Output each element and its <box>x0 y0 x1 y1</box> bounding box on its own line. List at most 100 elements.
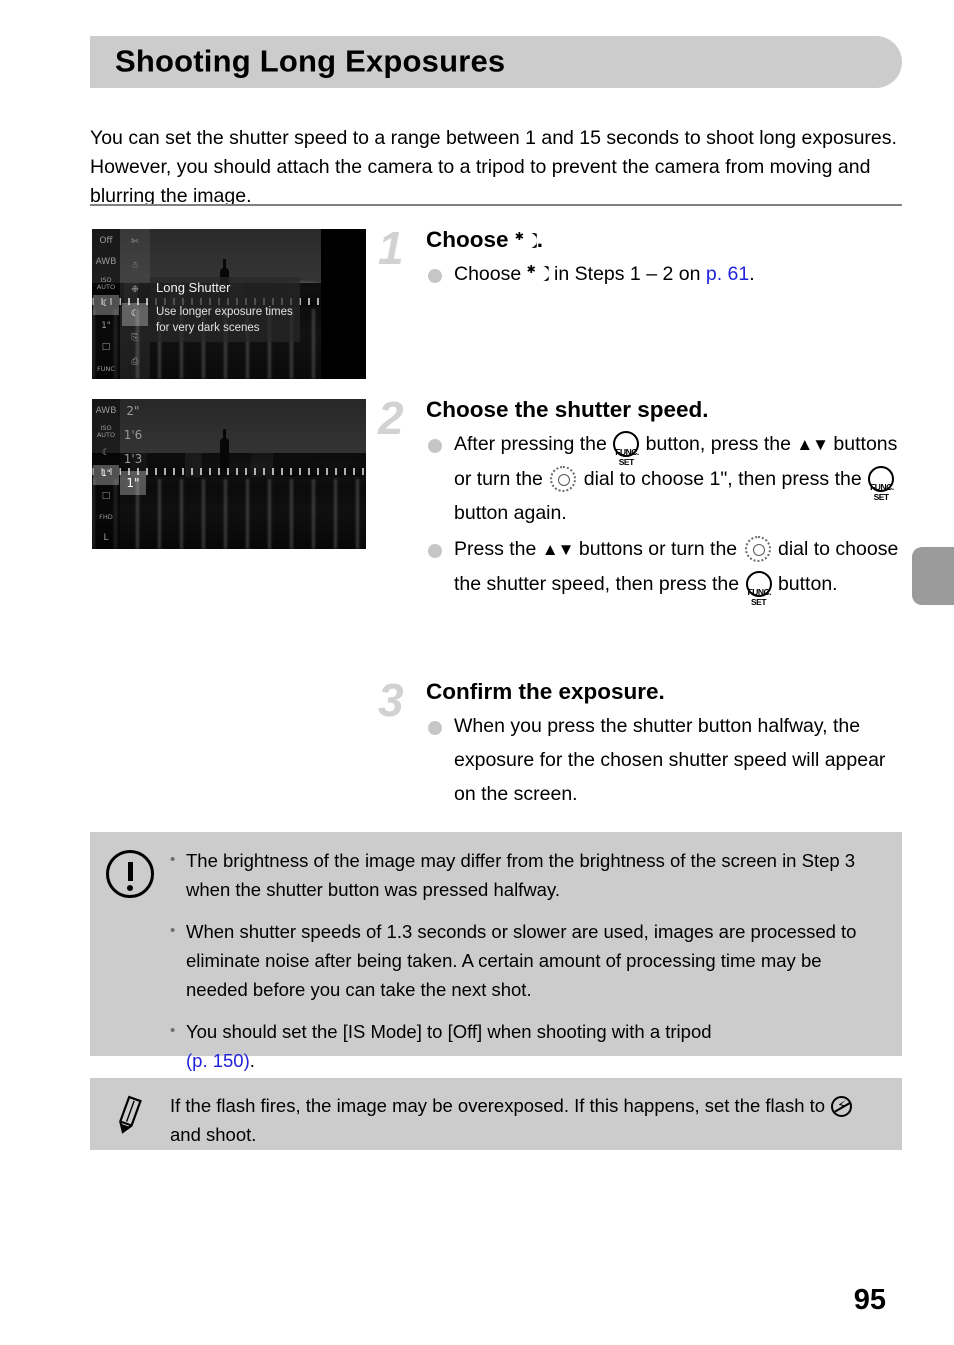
osd-mid-column: ✄ ☃ ❉ ☾ ⎘ ⎙ <box>120 229 150 379</box>
exclamation-circle-shape <box>106 850 154 898</box>
osd-icon-stitch-assist-2: ⎙ <box>131 357 139 367</box>
step-2-bullet-1: After pressing the FUNC. SET button, pres… <box>426 427 902 530</box>
step-3-b1-text: When you press the shutter button halfwa… <box>454 715 886 805</box>
warning-list: The brightness of the image may differ f… <box>90 832 902 1075</box>
warning-item-text: You should set the [IS Mode] to [Off] wh… <box>186 1021 712 1042</box>
osd-icon-shutter-1s-selected: 1" <box>93 464 119 486</box>
step-2-b1-p7: button again. <box>454 502 567 524</box>
chapter-edge-tab <box>912 547 954 605</box>
shutter-value-option[interactable]: 1'3 <box>120 447 146 471</box>
osd-icon-iso-auto: ISO AUTO <box>96 275 116 291</box>
step-2-b2-p4: button. <box>772 573 838 595</box>
step-1-b1-pre: Choose <box>454 263 527 285</box>
warning-item: You should set the [IS Mode] to [Off] wh… <box>170 1016 874 1075</box>
osd-icon-drive-single: □ <box>101 342 111 353</box>
step-2-b2-p1: Press the <box>454 538 542 560</box>
step-1-number: 1 <box>378 222 404 274</box>
exclamation-circle-icon <box>106 850 158 902</box>
osd-icon-flash-off: Off <box>99 235 113 246</box>
step-1-heading-post: . <box>536 227 544 252</box>
osd-icon-scissors: ✄ <box>131 237 139 247</box>
func-set-button-icon: FUNC. SET <box>745 571 772 607</box>
osd-left-column: Off AWB ISO AUTO ☾ 1" □ FUNC <box>92 229 120 379</box>
osd-icon-func: FUNC <box>97 364 115 373</box>
step-1-heading-pre: Choose <box>426 227 515 252</box>
horizontal-divider <box>90 204 902 206</box>
shutter-value-1s: 1" <box>709 468 728 490</box>
warning-item: The brightness of the image may differ f… <box>170 845 874 904</box>
note-text-post: and shoot. <box>170 1124 257 1145</box>
menu-desc-line1: Use longer exposure times <box>156 306 293 318</box>
osd-icon-snowman: ☃ <box>130 261 140 271</box>
step-2-heading: Choose the shutter speed. <box>426 397 709 422</box>
page-number: 95 <box>853 1284 886 1316</box>
osd-icon-long-shutter-selected: ☾ <box>122 303 148 326</box>
camera-screenshot-shutter-speed: AWB ISO AUTO ☾ 1" □ FHD L 2" 1'6 1'3 1" <box>92 399 366 549</box>
moon-glyph <box>537 266 549 281</box>
step-3: 3 Confirm the exposure. When you press t… <box>378 677 902 811</box>
shutter-value-option[interactable]: 2" <box>120 399 146 423</box>
control-dial-icon <box>550 466 577 492</box>
up-down-arrows-icon: ▲▼ <box>541 540 575 559</box>
osd-icon-iso-auto-2: ISO AUTO <box>96 424 116 440</box>
set-label: SET <box>618 457 635 467</box>
step-2-bullet-2: Press the ▲▼ buttons or turn the dial to… <box>426 532 902 607</box>
menu-title-label: Long Shutter <box>156 280 231 295</box>
camera-screenshot-long-shutter-menu: Off AWB ISO AUTO ☾ 1" □ FUNC ✄ ☃ ❉ ☾ ⎘ ⎙… <box>92 229 366 379</box>
step-1: 1 Choose ✱. Choose ✱ in Steps 1 – 2 on p… <box>378 225 902 375</box>
moon-glyph <box>525 233 537 248</box>
osd-icon-drive-single-2: □ <box>101 490 111 501</box>
control-dial-icon <box>744 536 771 562</box>
night-scene-icon: ✱ <box>527 264 549 284</box>
step-2-b2-p2: buttons or turn the <box>573 538 743 560</box>
step-2: 2 Choose the shutter speed. After pressi… <box>378 395 902 663</box>
warning-link-suffix: . <box>249 1050 255 1071</box>
pencil-icon <box>106 1092 158 1144</box>
night-scene-icon: ✱ <box>515 231 537 251</box>
page-link-61[interactable]: p. 61 <box>706 263 749 285</box>
shutter-speed-value-list: 2" 1'6 1'3 1" <box>120 399 152 495</box>
up-down-arrows-icon: ▲▼ <box>796 435 829 454</box>
step-3-heading: Confirm the exposure. <box>426 679 665 704</box>
bullet-dot-icon <box>428 439 442 453</box>
page-link-150[interactable]: (p. 150) <box>186 1050 250 1071</box>
step-3-body: When you press the shutter button halfwa… <box>426 709 902 811</box>
note-text-pre: If the flash fires, the image may be ove… <box>170 1095 831 1116</box>
step-1-body: Choose ✱ in Steps 1 – 2 on p. 61. <box>426 257 902 291</box>
step-2-b1-p4: dial to choose <box>578 468 710 490</box>
star-glyph: ✱ <box>514 230 524 243</box>
flash-off-icon: ⚡ <box>831 1096 853 1117</box>
osd-icon-night-scene-selected: ☾ <box>93 294 119 316</box>
page-header-banner: Shooting Long Exposures <box>90 36 902 88</box>
osd-icon-shutter-1s: 1" <box>101 320 111 331</box>
steps-column: 1 Choose ✱. Choose ✱ in Steps 1 – 2 on p… <box>378 225 902 811</box>
osd-icon-stitch-assist-1: ⎘ <box>131 333 139 343</box>
warning-callout-box: The brightness of the image may differ f… <box>90 832 902 1071</box>
set-label: SET <box>873 492 890 502</box>
osd-left-column-2: AWB ISO AUTO ☾ 1" □ FHD L <box>92 399 120 549</box>
func-set-button-icon: FUNC. SET <box>613 431 640 467</box>
step-3-number: 3 <box>378 674 404 726</box>
cathedral-tower-2 <box>220 429 229 472</box>
step-2-b1-p6: , then press the <box>727 468 868 490</box>
star-glyph: ✱ <box>526 263 536 276</box>
warning-item: When shutter speeds of 1.3 seconds or sl… <box>170 916 874 1004</box>
step-2-b1-p2: button, press the <box>640 433 797 455</box>
shutter-value-option-selected[interactable]: 1" <box>120 471 146 495</box>
note-callout-box: If the flash fires, the image may be ove… <box>90 1078 902 1150</box>
step-1-b1-post: . <box>749 263 755 285</box>
bullet-dot-icon <box>428 269 442 283</box>
osd-icon-night-scene-2: ☾ <box>101 448 111 459</box>
step-1-b1-mid: in Steps 1 – 2 on <box>548 263 706 285</box>
shutter-value-option[interactable]: 1'6 <box>120 423 146 447</box>
intro-paragraph: You can set the shutter speed to a range… <box>90 126 897 207</box>
step-1-heading: Choose ✱. <box>426 225 902 255</box>
step-2-number: 2 <box>378 392 404 444</box>
func-set-button-icon: FUNC. SET <box>868 466 895 502</box>
osd-icon-movie-quality: FHD <box>99 513 113 522</box>
osd-icon-image-size: L <box>103 533 109 544</box>
osd-icon-white-balance: AWB <box>95 256 117 267</box>
step-1-bullet-1: Choose ✱ in Steps 1 – 2 on p. 61. <box>426 257 902 291</box>
long-shutter-menu-panel: Long Shutter Use longer exposure times f… <box>150 277 300 342</box>
step-2-b1-p1: After pressing the <box>454 433 613 455</box>
